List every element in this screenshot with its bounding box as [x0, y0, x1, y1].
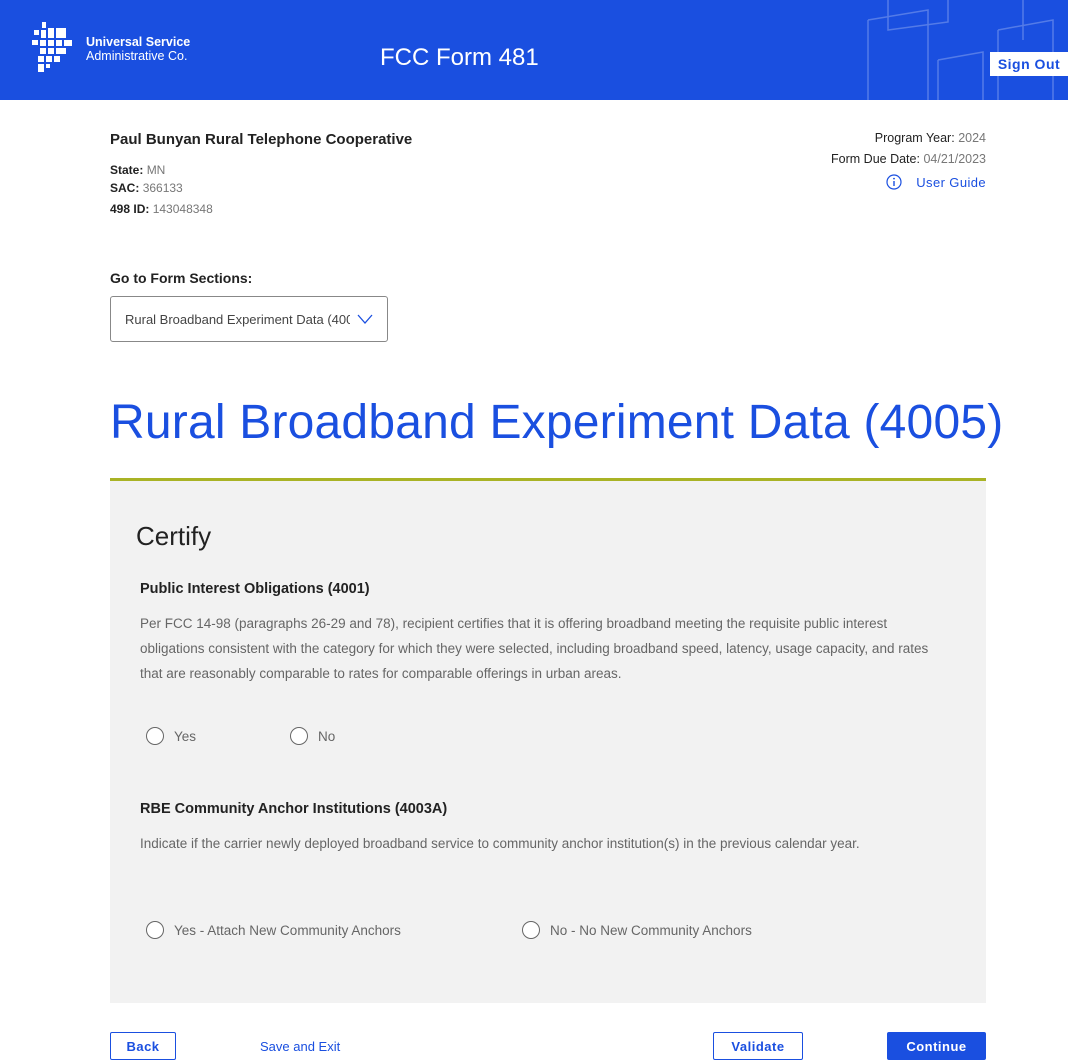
page-title: Rural Broadband Experiment Data (4005): [110, 396, 1004, 449]
radio-circle: [522, 921, 540, 939]
state-line: State: MN: [110, 163, 165, 177]
organization-name: Paul Bunyan Rural Telephone Cooperative: [110, 131, 413, 148]
program-year-line: Program Year: 2024: [875, 131, 986, 145]
form-section-select[interactable]: Rural Broadband Experiment Data (4005): [110, 296, 388, 342]
certify-panel: Certify Public Interest Obligations (400…: [110, 481, 986, 1003]
chevron-down-icon: [357, 314, 373, 324]
goto-sections-label: Go to Form Sections:: [110, 270, 253, 286]
user-guide-label: User Guide: [916, 174, 986, 190]
radio-circle: [290, 727, 308, 745]
back-button[interactable]: Back: [110, 1032, 176, 1060]
form-due-date-line: Form Due Date: 04/21/2023: [831, 152, 986, 166]
validate-button[interactable]: Validate: [713, 1032, 803, 1060]
certify-heading: Certify: [136, 521, 212, 551]
cai-no-radio[interactable]: No - No New Community Anchors: [522, 921, 752, 939]
pio-no-label: No: [318, 728, 336, 744]
state-label: State:: [110, 163, 144, 177]
user-guide-link[interactable]: User Guide: [886, 174, 986, 190]
sac-line: SAC: 366133: [110, 181, 183, 195]
state-value: MN: [146, 163, 166, 177]
usac-logo-icon: [32, 22, 72, 72]
pio-no-radio[interactable]: No: [290, 727, 335, 745]
radio-circle: [146, 921, 164, 939]
save-and-exit-link[interactable]: Save and Exit: [260, 1039, 340, 1054]
cai-yes-label: Yes - Attach New Community Anchors: [174, 922, 401, 938]
cai-heading: RBE Community Anchor Institutions (4003A…: [140, 801, 448, 817]
header-decoration-icon: [867, 0, 1054, 100]
cai-no-label: No - No New Community Anchors: [550, 922, 752, 938]
usac-logo[interactable]: Universal Service Administrative Co.: [30, 20, 190, 78]
logo-text: Universal Service Administrative Co.: [86, 35, 190, 63]
info-icon: [886, 174, 902, 190]
form-section-selected: Rural Broadband Experiment Data (4005): [125, 311, 350, 327]
pio-yes-label: Yes: [174, 728, 197, 744]
pio-heading: Public Interest Obligations (4001): [140, 581, 370, 597]
pio-description: Per FCC 14-98 (paragraphs 26-29 and 78),…: [140, 616, 929, 681]
id-498-line: 498 ID: 143048348: [110, 202, 213, 216]
continue-button[interactable]: Continue: [887, 1032, 986, 1060]
form-due-date-value: 04/21/2023: [923, 152, 986, 166]
form-due-date-label: Form Due Date:: [831, 152, 920, 166]
id-498-value: 143048348: [152, 202, 213, 216]
logo-line-1: Universal Service: [86, 35, 191, 49]
radio-circle: [146, 727, 164, 745]
pio-yes-radio[interactable]: Yes: [146, 727, 196, 745]
sac-value: 366133: [142, 181, 183, 195]
program-year-label: Program Year:: [874, 131, 955, 145]
cai-description: Indicate if the carrier newly deployed b…: [140, 836, 860, 851]
id-498-label: 498 ID:: [110, 202, 150, 216]
cai-yes-radio[interactable]: Yes - Attach New Community Anchors: [146, 921, 401, 939]
form-title: FCC Form 481: [380, 44, 539, 71]
program-year-value: 2024: [958, 131, 986, 145]
sign-out-button[interactable]: Sign Out: [990, 52, 1068, 76]
sac-label: SAC:: [110, 181, 140, 195]
header-bar: Universal Service Administrative Co. FCC…: [0, 0, 1068, 100]
logo-line-2: Administrative Co.: [86, 49, 188, 63]
